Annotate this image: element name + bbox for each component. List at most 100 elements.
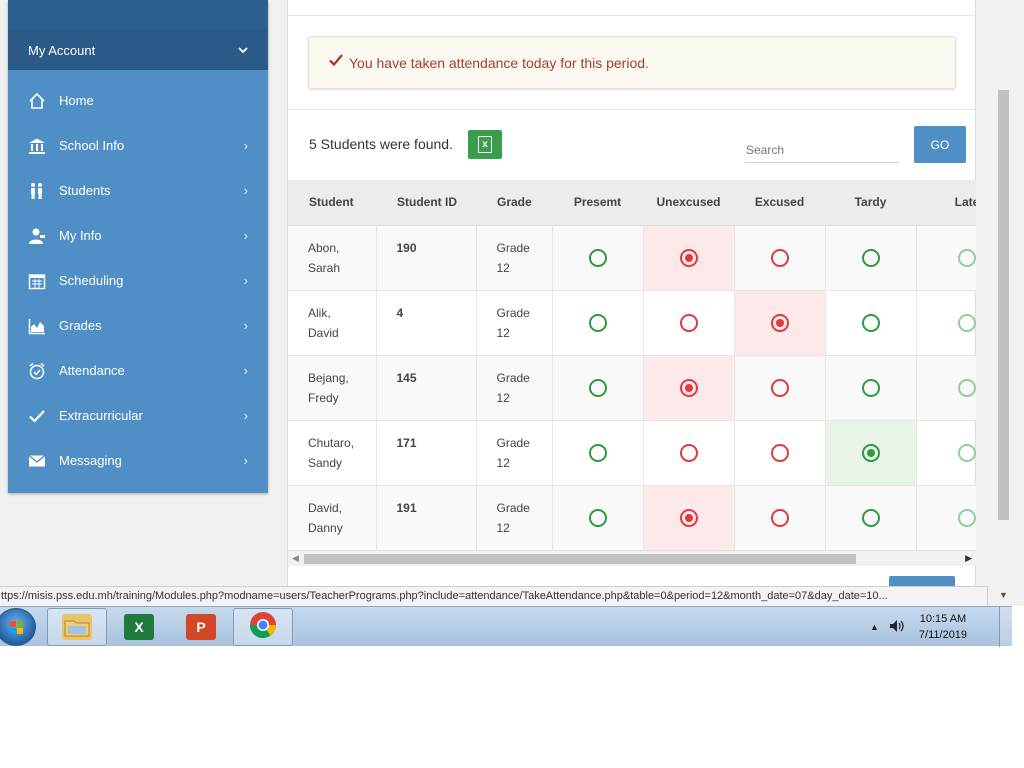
horizontal-scrollbar[interactable]: ◀ ▶: [288, 550, 976, 566]
table-header-row: Student Student ID Grade Presemt Unexcus…: [288, 180, 976, 226]
alert-text: You have taken attendance today for this…: [349, 54, 649, 71]
student-name-cell: David, Danny: [288, 485, 377, 550]
col-header-late[interactable]: Late: [916, 180, 976, 226]
clock-icon: [28, 362, 46, 380]
table-row: Chutaro, Sandy 171 Grade 12: [288, 420, 976, 486]
windows-taskbar: X P ▲ 10:15 AM 7/11/2019: [0, 606, 1012, 647]
start-button[interactable]: [0, 608, 36, 646]
vertical-scroll-thumb[interactable]: [998, 90, 1009, 520]
col-header-excused[interactable]: Excused: [734, 180, 825, 226]
radio-excused[interactable]: [770, 379, 789, 398]
students-icon: [28, 182, 46, 200]
radio-presemt[interactable]: [588, 314, 607, 333]
chevron-down-icon: [238, 43, 248, 58]
sidebar-item-grades[interactable]: Grades ›: [8, 303, 268, 348]
horizontal-scroll-thumb[interactable]: [304, 554, 856, 564]
taskbar-chrome[interactable]: [233, 608, 293, 646]
scroll-left-arrow-icon[interactable]: ◀: [292, 553, 299, 564]
radio-presemt[interactable]: [588, 444, 607, 463]
sidebar-item-label: Extracurricular: [59, 408, 143, 423]
chevron-right-icon: ›: [243, 228, 248, 243]
show-hidden-icons-icon[interactable]: ▲: [870, 622, 879, 632]
go-button[interactable]: GO: [914, 126, 966, 163]
taskbar-file-explorer[interactable]: [47, 608, 107, 646]
show-desktop-button[interactable]: [999, 607, 1012, 647]
status-cell-late: [916, 355, 976, 421]
student-name-cell: Chutaro, Sandy: [288, 420, 377, 486]
radio-excused[interactable]: [770, 249, 789, 268]
taskbar-excel[interactable]: X: [109, 608, 169, 646]
radio-excused[interactable]: [770, 444, 789, 463]
col-header-student-id[interactable]: Student ID: [376, 180, 476, 226]
grade-label: Grade: [496, 240, 530, 255]
scroll-right-arrow-icon[interactable]: ▶: [965, 553, 972, 564]
status-cell-tardy: [825, 355, 917, 421]
status-cell-tardy: [825, 290, 917, 356]
sidebar-item-home[interactable]: Home: [8, 78, 268, 123]
col-header-grade[interactable]: Grade: [476, 180, 552, 226]
radio-late[interactable]: [958, 249, 976, 268]
chevron-right-icon: ›: [243, 318, 248, 333]
col-header-present[interactable]: Presemt: [552, 180, 643, 226]
radio-late[interactable]: [958, 509, 976, 528]
scroll-down-arrow-icon[interactable]: ▼: [999, 590, 1008, 600]
sidebar-item-scheduling[interactable]: Scheduling ›: [8, 258, 268, 303]
grade-number: 12: [496, 390, 510, 405]
attendance-table-wrapper: Student Student ID Grade Presemt Unexcus…: [288, 180, 976, 550]
student-id-cell: 145: [376, 355, 477, 421]
radio-unexcused[interactable]: [679, 314, 698, 333]
radio-tardy[interactable]: [861, 314, 880, 333]
table-row: David, Danny 191 Grade 12: [288, 485, 976, 550]
status-cell-excused: [734, 420, 826, 486]
taskbar-clock[interactable]: 10:15 AM 7/11/2019: [919, 611, 967, 643]
student-first-name: Danny: [308, 520, 343, 535]
my-account-label: My Account: [28, 42, 96, 58]
student-id-cell: 190: [376, 225, 477, 291]
my-account-toggle[interactable]: My Account: [8, 30, 268, 70]
user-role-strip: Teacher: [8, 0, 268, 30]
status-cell-presemt: [552, 485, 644, 550]
sidebar-item-attendance[interactable]: Attendance ›: [8, 348, 268, 393]
status-cell-tardy: [825, 420, 917, 486]
radio-excused[interactable]: [770, 509, 789, 528]
col-header-student[interactable]: Student: [288, 180, 376, 226]
attendance-table-body: Abon, Sarah 190 Grade 12 Alik, David 4 Grade 12 Be…: [288, 225, 976, 550]
student-first-name: Sandy: [308, 455, 343, 470]
col-header-tardy[interactable]: Tardy: [825, 180, 916, 226]
student-name-cell: Alik, David: [288, 290, 377, 356]
chevron-right-icon: ›: [243, 138, 248, 153]
radio-unexcused[interactable]: [679, 379, 698, 398]
search-input[interactable]: [745, 132, 899, 163]
sidebar-item-my-info[interactable]: My Info ›: [8, 213, 268, 258]
radio-excused[interactable]: [770, 314, 789, 333]
chevron-right-icon: ›: [243, 183, 248, 198]
attendance-taken-alert: You have taken attendance today for this…: [308, 36, 956, 89]
export-excel-button[interactable]: x: [468, 130, 502, 159]
radio-unexcused[interactable]: [679, 509, 698, 528]
sidebar-item-label: Students: [59, 183, 111, 198]
status-cell-late: [916, 225, 976, 291]
radio-presemt[interactable]: [588, 509, 607, 528]
radio-unexcused[interactable]: [679, 444, 698, 463]
radio-late[interactable]: [958, 314, 976, 333]
radio-late[interactable]: [958, 379, 976, 398]
taskbar-powerpoint[interactable]: P: [171, 608, 231, 646]
radio-unexcused[interactable]: [679, 249, 698, 268]
sidebar-item-school-info[interactable]: School Info ›: [8, 123, 268, 168]
radio-tardy[interactable]: [861, 379, 880, 398]
col-header-unexcused[interactable]: Unexcused: [643, 180, 734, 226]
radio-tardy[interactable]: [861, 444, 880, 463]
speaker-icon[interactable]: [889, 619, 905, 636]
clock-date: 7/11/2019: [918, 629, 968, 641]
radio-late[interactable]: [958, 444, 976, 463]
page-vertical-scrollbar[interactable]: ▼: [995, 0, 1012, 606]
radio-presemt[interactable]: [588, 249, 607, 268]
student-last-name: David,: [308, 500, 343, 515]
sidebar-item-messaging[interactable]: Messaging ›: [8, 438, 268, 483]
attendance-panel: You have taken attendance today for this…: [287, 0, 977, 606]
radio-tardy[interactable]: [861, 509, 880, 528]
sidebar-item-extracurricular[interactable]: Extracurricular ›: [8, 393, 268, 438]
sidebar-item-students[interactable]: Students ›: [8, 168, 268, 213]
radio-presemt[interactable]: [588, 379, 607, 398]
radio-tardy[interactable]: [861, 249, 880, 268]
